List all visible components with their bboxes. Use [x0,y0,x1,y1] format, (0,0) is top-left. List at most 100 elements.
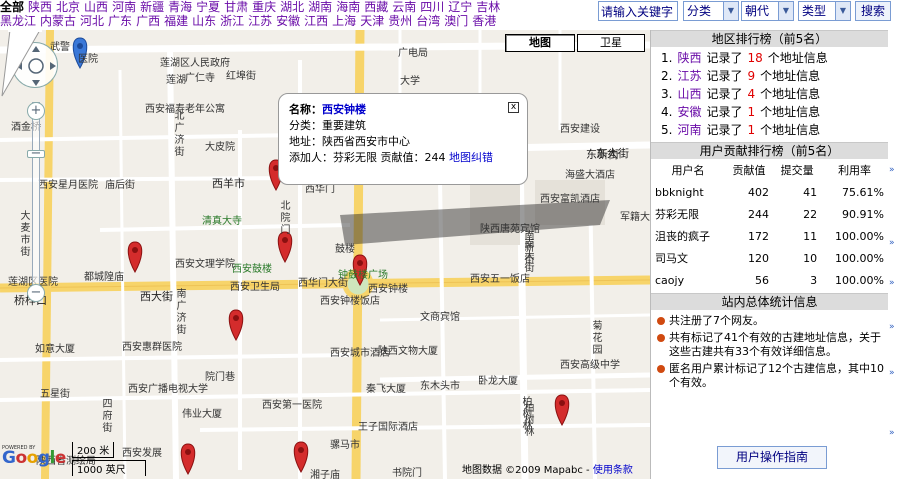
region-name-link[interactable]: 山西 [677,87,701,101]
region-rank-title: 地区排行榜（前5名） [651,30,888,47]
info-address-row: 地址：陕西省西安市中心 [289,134,517,150]
site-stats-title: 站内总体统计信息 [651,293,888,310]
chevron-right-icon[interactable]: » [889,368,895,378]
user-rank-rows: bbknight 402 41 75.61% 芬彩无限 244 22 90.91% 沮丧的疯子 1… [651,181,888,291]
region-rank-list: 1. 陕西 记录了 18 个地址信息 2. 江苏 记录了 9 个地址信息 3. 山西 记录了 4 个地址信息… [651,47,888,139]
chevron-right-icon[interactable]: » [889,238,895,248]
province-link[interactable]: 湖南 [308,0,332,14]
province-link[interactable]: 山西 [84,0,108,14]
province-link[interactable]: 重庆 [252,0,276,14]
zoom-slider-track[interactable] [32,102,40,298]
province-link[interactable]: 湖北 [280,0,304,14]
province-link[interactable]: 北京 [56,0,80,14]
map-label: 西安高级中学 [560,360,620,371]
province-link[interactable]: 河南 [112,0,136,14]
region-name-link[interactable]: 河南 [677,123,701,137]
keyword-input[interactable] [598,1,678,21]
province-link[interactable]: 江苏 [248,14,272,28]
chevron-right-icon[interactable]: » [889,165,895,175]
region-rank-item: 2. 江苏 记录了 9 个地址信息 [661,67,888,85]
close-icon[interactable]: x [508,102,519,113]
province-link[interactable]: 辽宁 [448,0,472,14]
province-link[interactable]: 台湾 [416,14,440,28]
province-link[interactable]: 青海 [168,0,192,14]
info-added-row: 添加人：芬彩无限 贡献值：244 地图纠错 [289,150,517,166]
zoom-in-icon[interactable]: + [27,102,45,120]
zoom-out-icon[interactable]: − [27,284,45,302]
province-link[interactable]: 甘肃 [224,0,248,14]
province-link[interactable]: 山东 [192,14,216,28]
province-link[interactable]: 吉林 [476,0,500,14]
user-name-cell[interactable]: 芬彩无限 [651,203,725,225]
province-link[interactable]: 内蒙古 [40,14,76,28]
google-logo[interactable]: Google [2,448,66,468]
map-label: 伟业大厦 [182,409,222,420]
province-link[interactable]: 贵州 [388,14,412,28]
bullet-icon [657,317,665,325]
map-label: 西安富凯酒店 [540,194,600,205]
type-select[interactable]: 类型 ▼ [798,1,851,21]
terms-link[interactable]: 使用条款 [593,465,633,476]
chevron-right-icon[interactable]: » [889,322,895,332]
province-link[interactable]: 全部 [0,0,24,14]
user-name-cell[interactable]: 沮丧的疯子 [651,225,725,247]
province-link[interactable]: 新疆 [140,0,164,14]
province-link[interactable]: 广东 [108,14,132,28]
dynasty-select[interactable]: 朝代 ▼ [741,1,794,21]
province-link[interactable]: 澳门 [444,14,468,28]
user-name-cell[interactable]: bbknight [651,181,725,203]
info-name-row: 名称：西安钟楼 [289,102,517,118]
copyright-text: 地图数据 ©2009 Mapabc - [462,465,590,476]
region-rank-number: 5. [661,123,673,137]
province-link[interactable]: 福建 [164,14,188,28]
province-link[interactable]: 香港 [472,14,496,28]
region-name-link[interactable]: 安徽 [677,105,701,119]
province-link[interactable]: 西藏 [364,0,388,14]
province-link[interactable]: 黑龙江 [0,14,36,28]
province-link[interactable]: 云南 [392,0,416,14]
search-button[interactable]: 搜索 [855,1,891,21]
province-link[interactable]: 上海 [332,14,356,28]
map-label: 四府街 [100,398,111,434]
province-link[interactable]: 四川 [420,0,444,14]
map-label: 广仁寺 [185,73,215,84]
user-stat-cell: 75.61% [842,185,884,199]
map-view[interactable]: 武警 医院 莲湖区人民政府 红埠街 广仁寺 莲湖 大学 广电局 西安福寿老年公寓 北广济街 大皮院西… [0,30,650,479]
province-link[interactable]: 浙江 [220,14,244,28]
region-prefix: 记录了 [706,105,743,119]
map-label: 西羊市 [212,177,245,190]
info-name-link[interactable]: 西安钟楼 [322,103,366,116]
region-name-link[interactable]: 陕西 [677,51,701,65]
chevron-right-icon[interactable]: » [889,278,895,288]
map-label: 卧龙大厦 [478,376,518,387]
stat-text: 共有标记了41个有效的古建地址信息，关于这些古建共有33个有效详细信息。 [669,331,881,358]
user-guide-button[interactable]: 用户操作指南 [717,446,827,469]
region-name-link[interactable]: 江苏 [677,69,701,83]
category-select[interactable]: 分类 ▼ [683,1,739,21]
user-name-cell[interactable]: 司马文 [651,247,725,269]
zoom-slider-handle[interactable]: − [27,147,45,160]
province-link[interactable]: 宁夏 [196,0,220,14]
province-link[interactable]: 天津 [360,14,384,28]
map-type-satellite-button[interactable]: 卫星 [577,34,645,52]
province-link[interactable]: 海南 [336,0,360,14]
header-submissions: 提交量 [780,164,814,177]
map-type-map-button[interactable]: 地图 [505,34,575,52]
user-stat-cell: 3 [810,273,818,287]
stat-text: 共注册了7个网友。 [669,314,764,327]
map-label: 东新街 [586,148,619,161]
chevron-right-icon[interactable]: » [889,428,895,438]
info-category-value: 重要建筑 [322,119,366,132]
chevron-down-icon: ▼ [778,2,793,20]
user-stat-cell: 120 [748,251,770,265]
map-label: 西安广播电视大学 [128,384,208,395]
stat-item: 共注册了7个网友。 [657,314,884,328]
province-link[interactable]: 河北 [80,14,104,28]
info-address-key: 地址： [289,135,322,148]
province-link[interactable]: 江西 [304,14,328,28]
user-name-cell[interactable]: caojy [651,269,725,291]
province-link[interactable]: 陕西 [28,0,52,14]
province-link[interactable]: 安徽 [276,14,300,28]
province-link[interactable]: 广西 [136,14,160,28]
map-correction-link[interactable]: 地图纠错 [449,151,493,164]
